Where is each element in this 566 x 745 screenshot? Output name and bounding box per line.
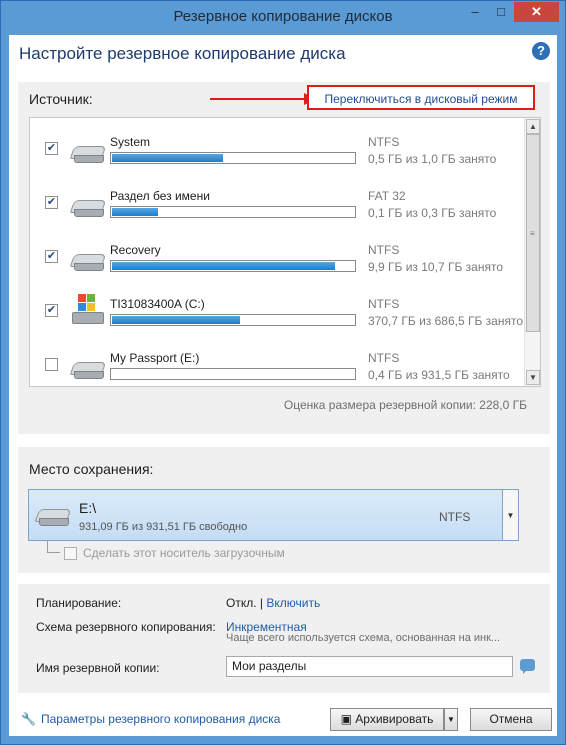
partition-row-e[interactable]: My Passport (E:) NTFS 0,4 ГБ из 931,5 ГБ… — [30, 334, 524, 386]
title-bar[interactable]: Резервное копирование дисков – □ ✕ — [1, 1, 565, 35]
schedule-label: Планирование: — [36, 596, 122, 610]
partition-name: My Passport (E:) — [110, 351, 200, 365]
scroll-up-icon[interactable]: ▲ — [526, 119, 540, 134]
destination-path: E:\ — [79, 500, 97, 516]
partition-fs: NTFS — [368, 351, 400, 365]
enable-schedule-link[interactable]: Включить — [266, 596, 320, 610]
drive-icon — [69, 146, 107, 163]
partition-usage: 370,7 ГБ из 686,5 ГБ занято — [368, 314, 524, 328]
partition-checkbox[interactable]: ✔ — [45, 304, 58, 317]
list-scrollbar[interactable]: ▲ ≡ ▼ — [524, 118, 540, 386]
partition-checkbox[interactable] — [45, 358, 58, 371]
partition-name: System — [110, 135, 151, 149]
partition-row-system[interactable]: ✔ System NTFS 0,5 ГБ из 1,0 ГБ занято — [30, 118, 524, 172]
maximize-button[interactable]: □ — [488, 2, 514, 22]
partition-fs: FAT 32 — [368, 189, 406, 203]
scheme-label: Схема резервного копирования: — [36, 620, 216, 634]
archive-dropdown-icon[interactable]: ▼ — [444, 708, 458, 731]
partition-usage: 0,1 ГБ из 0,3 ГБ занято — [368, 206, 497, 220]
page-title: Настройте резервное копирование диска — [19, 44, 346, 63]
backup-params-link[interactable]: 🔧 Параметры резервного копирования диска — [21, 712, 280, 726]
help-icon[interactable]: ? — [532, 42, 550, 60]
schedule-value: Откл. | Включить — [226, 596, 320, 610]
source-label: Источник: — [29, 91, 93, 107]
dialog-body: Настройте резервное копирование диска ? … — [9, 35, 557, 736]
scroll-thumb[interactable]: ≡ — [526, 134, 540, 332]
usage-bar — [110, 206, 356, 218]
backup-size-estimate: Оценка размера резервной копии: 228,0 ГБ — [283, 398, 527, 412]
partition-row-c[interactable]: ✔ TI31083400A (C:) NTFS 370,7 ГБ из 686,… — [30, 280, 524, 334]
backup-window: Резервное копирование дисков – □ ✕ Настр… — [0, 0, 566, 745]
partition-checkbox[interactable]: ✔ — [45, 142, 58, 155]
partition-row-recovery[interactable]: ✔ Recovery NTFS 9,9 ГБ из 10,7 ГБ занято — [30, 226, 524, 280]
drive-icon — [69, 362, 107, 379]
archive-button[interactable]: ▣ Архивировать — [330, 708, 444, 731]
source-panel: Источник: Переключиться в дисковый режим… — [18, 82, 550, 434]
partition-list: ✔ System NTFS 0,5 ГБ из 1,0 ГБ занято ✔ … — [29, 117, 541, 387]
destination-label: Место сохранения: — [29, 461, 154, 477]
destination-panel: Место сохранения: E:\ 931,09 ГБ из 931,5… — [18, 447, 550, 573]
archive-icon: ▣ — [340, 712, 356, 726]
drive-icon — [34, 509, 72, 526]
usage-bar — [110, 260, 356, 272]
partition-name: TI31083400A (C:) — [110, 297, 205, 311]
scheme-description: Чаще всего используется схема, основанна… — [226, 632, 501, 644]
tree-connector — [47, 540, 60, 553]
partition-usage: 0,5 ГБ из 1,0 ГБ занято — [368, 152, 497, 166]
usage-bar — [110, 368, 356, 380]
partition-fs: NTFS — [368, 297, 400, 311]
schedule-status: Откл. — [226, 596, 257, 610]
cancel-button[interactable]: Отмена — [470, 708, 552, 731]
minimize-button[interactable]: – — [462, 2, 488, 22]
drive-icon — [69, 254, 107, 271]
partition-fs: NTFS — [368, 243, 400, 257]
destination-select[interactable]: E:\ 931,09 ГБ из 931,51 ГБ свободно NTFS — [28, 489, 519, 541]
windows-drive-icon — [72, 294, 104, 324]
partition-name: Recovery — [110, 243, 161, 257]
partition-checkbox[interactable]: ✔ — [45, 196, 58, 209]
partition-fs: NTFS — [368, 135, 400, 149]
bootable-label: Сделать этот носитель загрузочным — [83, 546, 285, 560]
partition-usage: 9,9 ГБ из 10,7 ГБ занято — [368, 260, 503, 274]
destination-free-space: 931,09 ГБ из 931,51 ГБ свободно — [79, 521, 248, 533]
switch-disk-mode-link[interactable]: Переключиться в дисковый режим — [307, 85, 535, 110]
usage-bar — [110, 314, 356, 326]
scroll-down-icon[interactable]: ▼ — [526, 370, 540, 385]
backup-name-input[interactable]: Мои разделы — [226, 656, 513, 677]
backup-params-label: Параметры резервного копирования диска — [41, 712, 281, 726]
wrench-icon: 🔧 — [21, 712, 36, 726]
partition-checkbox[interactable]: ✔ — [45, 250, 58, 263]
close-button[interactable]: ✕ — [514, 2, 559, 22]
settings-panel: Планирование: Откл. | Включить Схема рез… — [18, 584, 550, 693]
partition-name: Раздел без имени — [110, 189, 210, 203]
bootable-checkbox[interactable] — [64, 547, 77, 560]
red-arrow-annotation — [210, 93, 318, 105]
comment-icon[interactable] — [520, 659, 535, 674]
partition-usage: 0,4 ГБ из 931,5 ГБ занято — [368, 368, 510, 382]
usage-bar — [110, 152, 356, 164]
destination-fs: NTFS — [439, 510, 471, 524]
partition-row-unnamed[interactable]: ✔ Раздел без имени FAT 32 0,1 ГБ из 0,3 … — [30, 172, 524, 226]
archive-label: Архивировать — [355, 712, 434, 726]
backup-name-label: Имя резервной копии: — [36, 661, 160, 675]
chevron-down-icon[interactable]: ▼ — [502, 489, 519, 541]
schedule-separator: | — [259, 596, 264, 610]
drive-icon — [69, 200, 107, 217]
